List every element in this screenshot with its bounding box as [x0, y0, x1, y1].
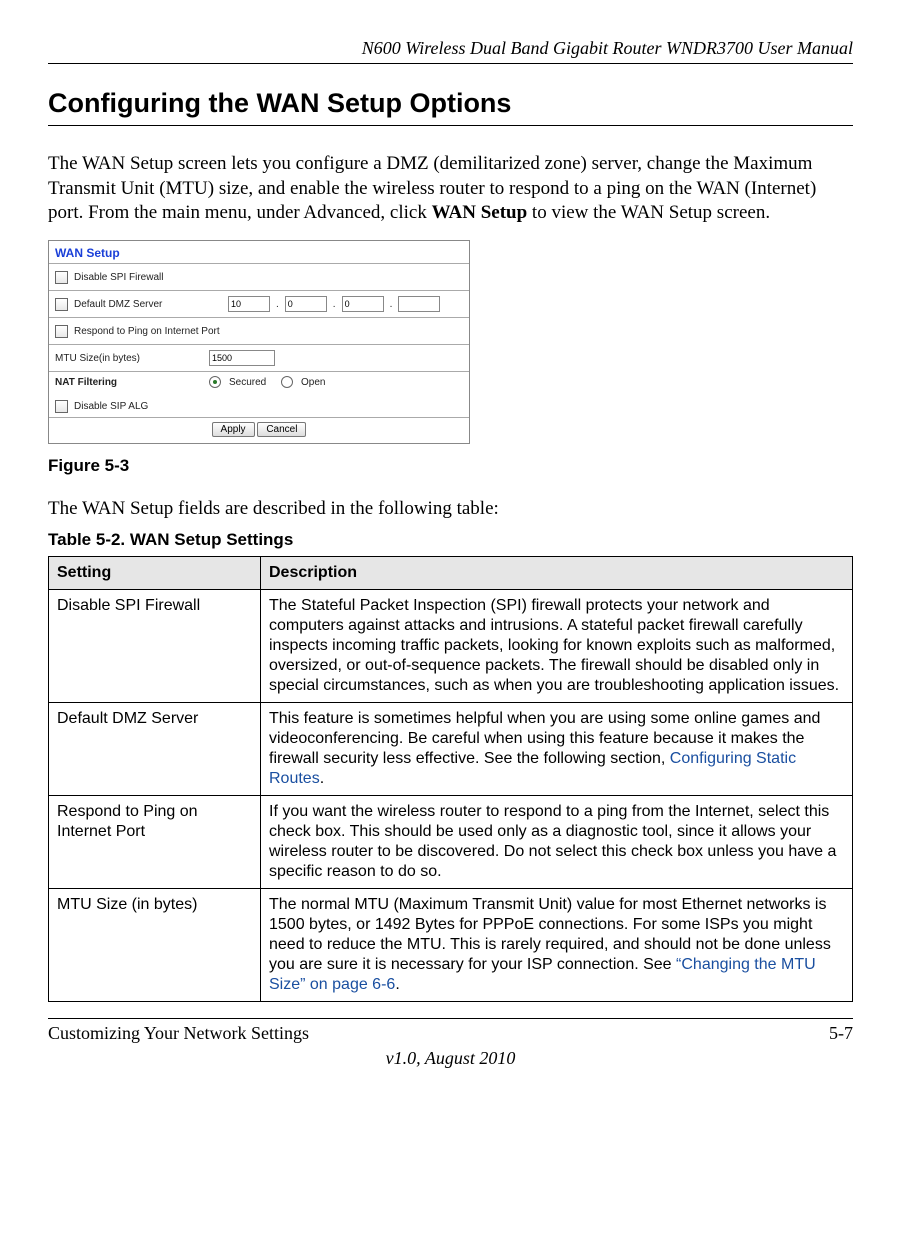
cell-description: If you want the wireless router to respo… [261, 796, 853, 889]
cell-description: This feature is sometimes helpful when y… [261, 703, 853, 796]
cell-setting: MTU Size (in bytes) [49, 889, 261, 1002]
figure-caption: Figure 5-3 [48, 456, 853, 476]
table-row: MTU Size (in bytes) The normal MTU (Maxi… [49, 889, 853, 1002]
wan-row-disable-spi: Disable SPI Firewall [49, 264, 469, 291]
page-header-title: N600 Wireless Dual Band Gigabit Router W… [48, 38, 853, 59]
checkbox-respond-ping[interactable] [55, 325, 68, 338]
wan-row-respond-ping: Respond to Ping on Internet Port [49, 318, 469, 345]
footer-page-number: 5-7 [829, 1023, 853, 1044]
table-row: Respond to Ping on Internet Port If you … [49, 796, 853, 889]
header-rule [48, 63, 853, 64]
label-nat-open: Open [301, 377, 325, 388]
cell-setting: Respond to Ping on Internet Port [49, 796, 261, 889]
label-dmz: Default DMZ Server [74, 299, 222, 310]
table-row: Default DMZ Server This feature is somet… [49, 703, 853, 796]
table-row: Disable SPI Firewall The Stateful Packet… [49, 590, 853, 703]
th-description: Description [261, 557, 853, 590]
desc-text-post: . [320, 770, 324, 787]
cell-setting: Disable SPI Firewall [49, 590, 261, 703]
wan-row-mtu: MTU Size(in bytes) [49, 345, 469, 372]
apply-button[interactable]: Apply [212, 422, 255, 437]
label-respond-ping: Respond to Ping on Internet Port [74, 326, 220, 337]
wan-panel-title: WAN Setup [49, 241, 469, 264]
checkbox-disable-spi[interactable] [55, 271, 68, 284]
th-setting: Setting [49, 557, 261, 590]
label-nat-secured: Secured [229, 377, 266, 388]
checkbox-dmz[interactable] [55, 298, 68, 311]
desc-text-post: . [395, 976, 399, 993]
table-caption: Table 5-2. WAN Setup Settings [48, 530, 853, 550]
cell-setting: Default DMZ Server [49, 703, 261, 796]
mtu-input[interactable] [209, 350, 275, 366]
cell-description: The Stateful Packet Inspection (SPI) fir… [261, 590, 853, 703]
table-lead-in: The WAN Setup fields are described in th… [48, 498, 853, 520]
dmz-ip-2[interactable] [285, 296, 327, 312]
intro-text-2: to view the WAN Setup screen. [527, 202, 770, 223]
wan-buttons-row: Apply Cancel [49, 418, 469, 443]
radio-nat-secured[interactable] [209, 376, 221, 388]
dmz-ip-1[interactable] [228, 296, 270, 312]
radio-nat-open[interactable] [281, 376, 293, 388]
dmz-ip-4[interactable] [398, 296, 440, 312]
cell-description: The normal MTU (Maximum Transmit Unit) v… [261, 889, 853, 1002]
label-disable-sip: Disable SIP ALG [74, 401, 148, 412]
dmz-ip-3[interactable] [342, 296, 384, 312]
table-header-row: Setting Description [49, 557, 853, 590]
label-disable-spi: Disable SPI Firewall [74, 272, 163, 283]
wan-row-dmz: Default DMZ Server . . . [49, 291, 469, 318]
wan-settings-table: Setting Description Disable SPI Firewall… [48, 556, 853, 1002]
cancel-button[interactable]: Cancel [257, 422, 306, 437]
wan-row-nat: NAT Filtering Secured Open Disable SIP A… [49, 372, 469, 418]
footer-chapter: Customizing Your Network Settings [48, 1023, 309, 1044]
section-title: Configuring the WAN Setup Options [48, 88, 853, 126]
checkbox-disable-sip[interactable] [55, 400, 68, 413]
page-footer: Customizing Your Network Settings 5-7 v1… [48, 1018, 853, 1069]
label-nat: NAT Filtering [55, 377, 203, 388]
intro-paragraph: The WAN Setup screen lets you configure … [48, 152, 853, 226]
label-mtu: MTU Size(in bytes) [55, 353, 203, 364]
intro-bold: WAN Setup [432, 202, 528, 223]
wan-setup-screenshot: WAN Setup Disable SPI Firewall Default D… [48, 240, 470, 444]
footer-version: v1.0, August 2010 [48, 1048, 853, 1069]
